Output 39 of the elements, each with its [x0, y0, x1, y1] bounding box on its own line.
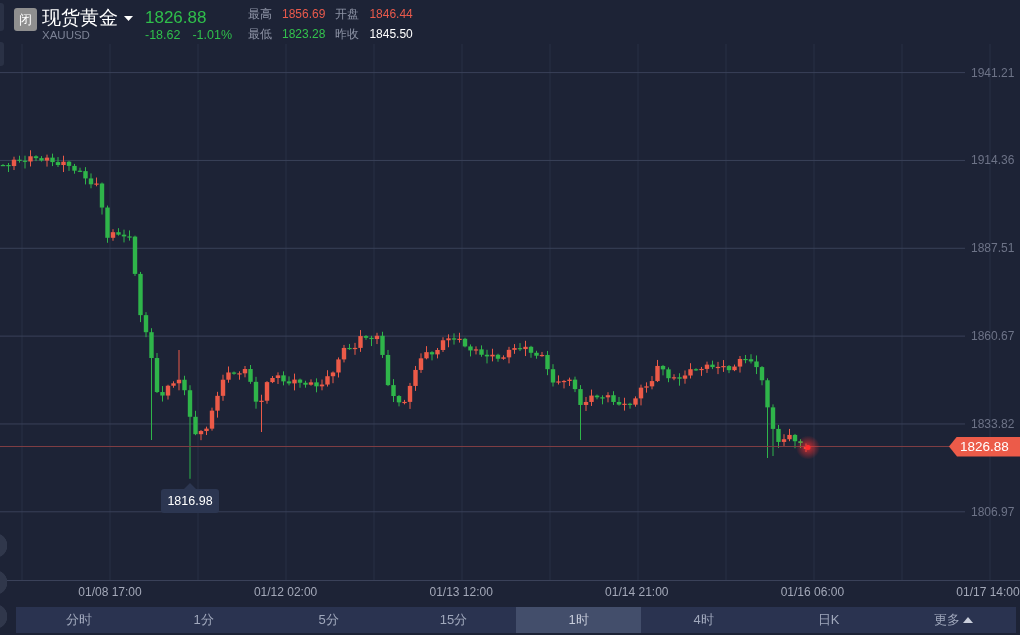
instrument-code: XAUUSD	[42, 29, 91, 42]
price-axis-label: 1833.82	[971, 416, 1015, 431]
stat-value: 1845.50	[369, 28, 413, 41]
market-status-badge: 闭	[14, 8, 37, 31]
stat-label: 最高	[248, 8, 272, 21]
time-axis-label: 01/12 02:00	[253, 585, 318, 599]
caret-up-icon	[963, 617, 973, 623]
stat-label: 开盘	[335, 8, 360, 21]
pulse-dot-icon	[796, 435, 820, 460]
last-price: 1826.88	[145, 7, 207, 28]
stat-value: 1856.69	[282, 8, 326, 21]
timeframe-tab[interactable]: 15分	[391, 607, 516, 633]
side-round-button[interactable]	[0, 570, 7, 595]
timeframe-tab[interactable]: 4时	[641, 607, 766, 633]
more-menu-button[interactable]: 更多	[891, 607, 1016, 633]
stat-label: 昨收	[335, 28, 360, 41]
timeframe-tab[interactable]: 1分	[141, 607, 266, 633]
price-axis-label: 1914.36	[971, 153, 1015, 168]
timeframe-tab[interactable]: 日K	[766, 607, 891, 633]
timeframe-tab[interactable]: 1时	[516, 607, 641, 633]
time-axis-label: 01/17 14:00	[956, 585, 1020, 599]
timeframe-tab[interactable]: 分时	[16, 607, 141, 633]
instrument-name: 现货黄金	[42, 7, 118, 29]
time-axis-label: 01/14 21:00	[605, 585, 669, 599]
percent-change: -1.01%	[192, 28, 233, 42]
caret-down-icon[interactable]	[124, 15, 133, 21]
price-axis-label: 1887.51	[971, 241, 1015, 256]
price-axis-label: 1860.67	[971, 329, 1015, 344]
time-axis-label: 01/13 12:00	[429, 585, 493, 599]
timeframe-tab[interactable]: 5分	[266, 607, 391, 633]
price-axis-label: 1941.21	[971, 65, 1015, 80]
last-price-tag: 1826.88	[949, 436, 1020, 457]
stat-value: 1846.44	[369, 8, 413, 21]
stat-value: 1823.28	[282, 28, 326, 41]
price-change: -18.62	[145, 28, 181, 42]
price-axis-label: 1806.97	[971, 504, 1015, 519]
time-axis-label: 01/16 06:00	[780, 585, 845, 599]
stat-label: 最低	[248, 28, 272, 41]
time-axis-label: 01/08 17:00	[78, 585, 142, 599]
